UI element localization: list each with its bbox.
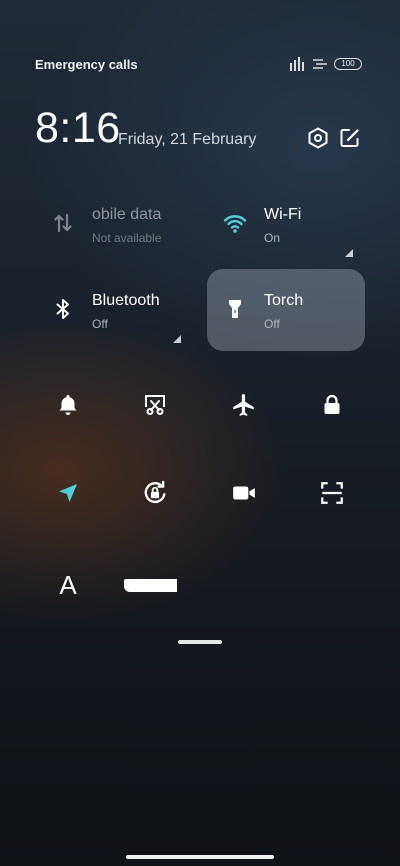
lock-icon [324,394,340,414]
tile-torch-status: Off [264,317,280,331]
toggle-location[interactable] [52,477,84,509]
font-size-icon: A [59,569,77,600]
location-icon [59,484,77,502]
tile-torch-label: Torch [264,292,304,309]
toggle-silent[interactable] [52,389,84,421]
toggle-font-size[interactable]: A [52,569,84,601]
tile-bluetooth-label: Bluetooth [92,292,160,309]
header: 8:16 Friday, 21 February [35,104,362,152]
wifi-expand-icon[interactable] [345,249,353,257]
tile-wifi-label: Wi-Fi [264,206,302,223]
clock[interactable]: 8:16 [35,104,121,153]
bluetooth-icon [56,299,69,319]
settings-icon[interactable] [306,126,330,150]
data-saver-icon [313,59,327,69]
torch-icon [229,300,241,318]
tile-wifi[interactable]: Wi-Fi On [207,183,365,265]
status-icons: 100 [290,57,362,71]
date-label[interactable]: Friday, 21 February [118,131,256,149]
video-camera-icon [233,486,255,500]
tile-mobile-data-label: obile data [92,206,162,223]
tile-mobile-data-status: Not available [92,231,162,245]
airplane-icon [233,394,254,416]
toggle-airplane[interactable] [228,389,260,421]
bluetooth-expand-icon[interactable] [173,335,181,343]
scanner-icon [321,482,343,504]
tile-bluetooth[interactable]: Bluetooth Off [35,269,193,351]
tile-torch[interactable]: Torch Off [207,269,365,351]
battery-indicator: 100 [334,58,362,70]
toggle-screen-recorder[interactable] [228,477,260,509]
home-indicator[interactable] [126,855,274,859]
tile-mobile-data[interactable]: obile data Not available [35,183,193,265]
toggle-rotation-lock[interactable] [139,477,171,509]
wifi-icon [223,215,247,233]
mobile-data-icon [54,213,72,233]
bell-icon [59,395,77,415]
toggle-lock[interactable] [316,389,348,421]
toggle-scanner[interactable] [316,477,348,509]
tile-wifi-status: On [264,231,281,245]
tile-bluetooth-status: Off [92,317,108,331]
edit-icon[interactable] [338,126,362,150]
status-bar: Emergency calls o 100 [35,55,362,73]
redacted-tile [124,579,177,592]
signal-strength-icon [290,57,304,71]
carrier-status-text: Emergency calls o [35,56,137,72]
toggle-screenshot[interactable] [139,389,171,421]
screenshot-icon [145,395,165,415]
panel-drag-handle[interactable] [178,640,222,644]
rotation-lock-icon [144,480,166,504]
